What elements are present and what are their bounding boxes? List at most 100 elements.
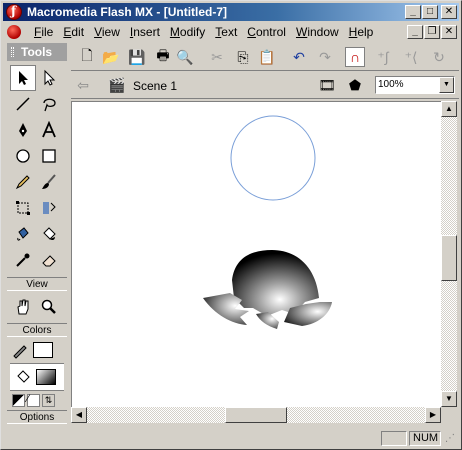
smooth-button[interactable]: ⁺∫: [373, 47, 393, 67]
straighten-button[interactable]: ⁺⟨: [401, 47, 421, 67]
text-tool[interactable]: [36, 117, 62, 143]
zoom-select[interactable]: 100% ▼: [375, 76, 455, 94]
ink-bottle-icon: [17, 227, 29, 241]
menu-insert[interactable]: Insert: [125, 25, 165, 39]
paint-bucket-tool[interactable]: [36, 221, 62, 247]
paste-button[interactable]: 📋: [257, 47, 277, 67]
menu-modify[interactable]: Modify: [165, 25, 210, 39]
options-label: Options: [7, 410, 67, 424]
ink-bottle-tool[interactable]: [10, 221, 36, 247]
doc-close-button[interactable]: ✕: [441, 25, 457, 39]
horizontal-scrollbar[interactable]: ◀ ▶: [71, 407, 441, 423]
fill-transform-tool[interactable]: [36, 195, 62, 221]
flash-app-icon[interactable]: [6, 4, 22, 20]
print-icon: 🖶: [156, 47, 170, 63]
arrow-icon: [19, 71, 28, 85]
grip-icon[interactable]: [11, 47, 14, 57]
window-title: Macromedia Flash MX - [Untitled-7]: [27, 5, 228, 19]
cut-button[interactable]: ✂: [207, 47, 227, 67]
pen-icon: [19, 123, 27, 137]
copy-icon: ⎘: [237, 48, 249, 65]
paint-bucket-icon: [43, 227, 56, 241]
num-lock-indicator: NUM: [409, 431, 441, 446]
pencil-tool[interactable]: [10, 169, 36, 195]
chevron-down-icon[interactable]: ▼: [439, 77, 454, 93]
vertical-scrollbar[interactable]: ▲ ▼: [441, 101, 457, 407]
undo-button[interactable]: ↶: [289, 47, 309, 67]
scroll-down-button[interactable]: ▼: [441, 391, 457, 407]
maximize-button[interactable]: □: [422, 5, 438, 19]
oval-tool[interactable]: [10, 143, 36, 169]
resize-grip-icon[interactable]: ⋰: [445, 433, 457, 445]
stroke-color-swatch[interactable]: [33, 342, 53, 358]
outline-circle[interactable]: [230, 115, 316, 201]
scroll-left-button[interactable]: ◀: [71, 407, 87, 423]
doc-minimize-button[interactable]: _: [407, 25, 423, 39]
new-button[interactable]: 🗋: [77, 47, 97, 67]
no-color-button[interactable]: ⁄: [27, 393, 40, 407]
line-tool[interactable]: [10, 91, 36, 117]
scroll-up-button[interactable]: ▲: [441, 101, 457, 117]
undo-icon: ↶: [293, 48, 305, 65]
lasso-tool[interactable]: [36, 91, 62, 117]
subselect-icon: [44, 69, 56, 86]
line-icon: [16, 97, 30, 111]
shard-middle[interactable]: [256, 312, 279, 329]
snap-magnet-button[interactable]: ∩: [345, 47, 365, 67]
scroll-right-button[interactable]: ▶: [425, 407, 441, 423]
minimize-button[interactable]: _: [405, 5, 421, 19]
straighten-icon: ⁺⟨: [404, 48, 418, 65]
document-icon[interactable]: [7, 25, 21, 39]
menu-edit[interactable]: Edit: [58, 25, 89, 39]
doc-restore-button[interactable]: ❐: [424, 25, 440, 39]
main-toolbar: 🗋 📂 💾 🖶 🔍 ✂ ⎘ 📋 ↶ ↷ ∩ ⁺∫ ⁺⟨ ↻: [71, 43, 459, 71]
title-bar[interactable]: Macromedia Flash MX - [Untitled-7] _ □ ✕: [3, 3, 459, 21]
free-transform-tool[interactable]: [10, 195, 36, 221]
brush-tool[interactable]: [36, 169, 62, 195]
edit-scene-button[interactable]: 🎞: [317, 75, 337, 95]
print-button[interactable]: 🖶: [153, 47, 173, 67]
rotate-button[interactable]: ↻: [429, 47, 449, 67]
print-preview-button[interactable]: 🔍: [175, 47, 195, 67]
menu-file[interactable]: File: [29, 25, 58, 39]
status-empty-cell: [381, 431, 407, 446]
scene-icon-button: 🎬: [107, 75, 127, 95]
redo-icon: ↷: [319, 48, 331, 65]
zoom-tool[interactable]: [36, 294, 62, 320]
open-button[interactable]: 📂: [101, 47, 121, 67]
vertical-scroll-thumb[interactable]: [441, 235, 457, 281]
menu-control[interactable]: Control: [242, 25, 291, 39]
close-button[interactable]: ✕: [441, 5, 457, 19]
back-button[interactable]: ⇦: [73, 75, 93, 95]
menu-text[interactable]: Text: [210, 25, 242, 39]
black-white-button[interactable]: [12, 394, 25, 407]
free-transform-icon: [16, 201, 30, 215]
save-button[interactable]: 💾: [127, 47, 147, 67]
eyedropper-icon: [16, 253, 30, 267]
copy-button[interactable]: ⎘: [233, 47, 253, 67]
stage-canvas[interactable]: [71, 101, 441, 407]
stage-artwork: [203, 115, 332, 329]
hand-tool[interactable]: [10, 294, 36, 320]
swap-colors-button[interactable]: ⇅: [42, 394, 55, 407]
redo-button[interactable]: ↷: [315, 47, 335, 67]
status-bar: NUM ⋰: [3, 429, 459, 447]
fill-color-swatch[interactable]: [36, 369, 56, 385]
clapper-icon: 🎬: [108, 76, 126, 93]
menu-help[interactable]: Help: [344, 25, 379, 39]
menu-window[interactable]: Window: [291, 25, 344, 39]
rectangle-tool[interactable]: [36, 143, 62, 169]
arrow-tool[interactable]: [10, 65, 36, 91]
fill-color-icon: [17, 370, 30, 383]
subselect-tool[interactable]: [36, 65, 62, 91]
horizontal-scroll-thumb[interactable]: [225, 407, 287, 423]
menu-view[interactable]: View: [89, 25, 125, 39]
edit-symbols-button[interactable]: ⬟: [345, 75, 365, 95]
pen-tool[interactable]: [10, 117, 36, 143]
save-icon: 💾: [128, 48, 146, 65]
symbols-icon: ⬟: [348, 76, 362, 93]
eyedropper-tool[interactable]: [10, 247, 36, 273]
tools-header[interactable]: Tools: [7, 43, 67, 61]
eraser-tool[interactable]: [36, 247, 62, 273]
eraser-icon: [42, 255, 56, 267]
